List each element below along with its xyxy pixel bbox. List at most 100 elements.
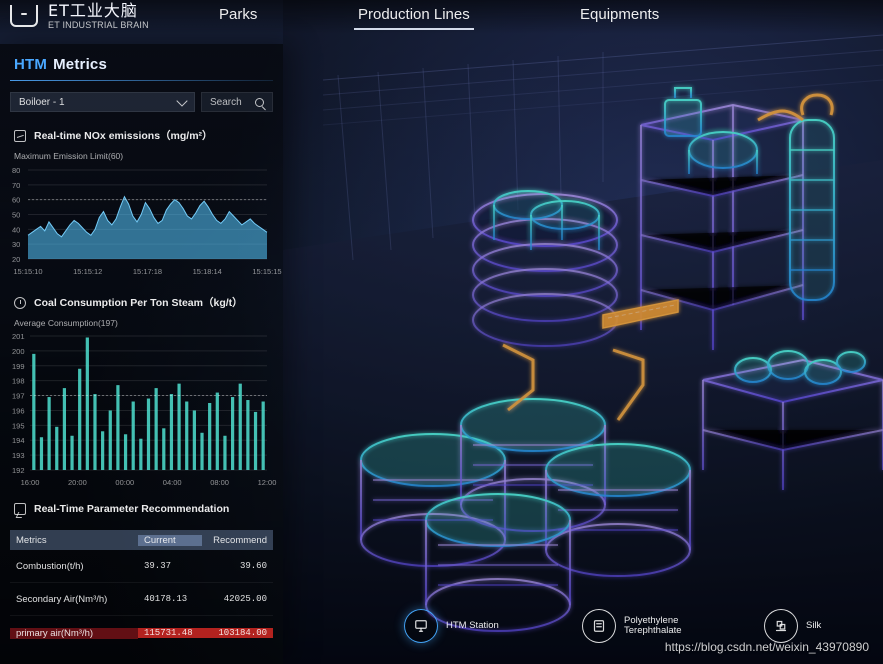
table-cell-current: 40178.13 [144, 594, 188, 604]
table-cell-current: 39.37 [144, 561, 172, 571]
table-row-alert: primary air(Nm³/h) 115731.48 103184.00 [10, 622, 273, 644]
coal-bar [123, 434, 128, 470]
nox-y-tick: 80 [12, 166, 20, 175]
table-cell-metric: primary air(Nm³/h) [10, 627, 138, 639]
coal-bar [85, 337, 89, 470]
coal-bar [108, 410, 112, 470]
coal-x-tick: 12:00 [258, 478, 277, 487]
nox-x-tick: 15:15:12 [73, 267, 102, 276]
coal-bar [70, 435, 74, 470]
nox-y-tick: 20 [12, 255, 20, 264]
vignette [283, 0, 883, 664]
nav-equipments[interactable]: Equipments [578, 6, 661, 23]
section-coal-title: Coal Consumption Per Ton Steam（kg/t） [14, 295, 243, 310]
coal-bar [146, 398, 151, 470]
coal-bar [78, 368, 82, 470]
boiler-select[interactable]: Boiloer - 1 [10, 92, 195, 112]
bottom-nav-pet[interactable]: Polyethylene Terephthalate [582, 604, 682, 648]
coal-bar [39, 437, 44, 470]
logo-icon [10, 5, 38, 27]
pet-icon [582, 609, 616, 643]
nox-x-tick: 15:17:18 [133, 267, 162, 276]
coal-bar [131, 401, 135, 470]
timer-icon [14, 296, 26, 309]
coal-chart: 192 193 194 195 196 197 198 199 200 201 16:00 20:0… [12, 332, 276, 487]
nox-xlabels: 15:15:10 15:15:12 15:17:18 15:18:14 15:15:15 [13, 267, 281, 276]
coal-xlabels: 16:00 20:00 00:00 04:00 08:00 12:00 [21, 478, 277, 487]
bottom-nav-label: HTM Station [446, 620, 499, 631]
chart-icon [14, 129, 26, 142]
coal-y-tick: 196 [12, 406, 25, 415]
bottom-nav-label-line1: Silk [806, 619, 822, 631]
panel-title: HTM Metrics [14, 56, 107, 73]
monitor-icon [404, 609, 438, 643]
nox-y-tick: 60 [12, 196, 20, 205]
coal-y-tick: 193 [12, 451, 25, 460]
panel-title-accent: HTM [14, 56, 48, 73]
coal-bar [62, 388, 67, 470]
coal-x-tick: 20:00 [68, 478, 87, 487]
coal-bar [169, 394, 174, 470]
panel-title-rest: Metrics [53, 56, 108, 73]
coal-bar [238, 383, 242, 470]
left-panel: HTM Metrics Boiloer - 1 Real-time NOx emi… [0, 44, 283, 664]
app-root: ET工业大脑 ET INDUSTRIAL BRAIN Parks Product… [0, 0, 883, 664]
nox-y-tick: 40 [12, 225, 20, 234]
coal-y-tick: 198 [12, 377, 25, 386]
table-header-recommend: Recommend [213, 534, 267, 546]
coal-bar [230, 397, 235, 470]
controls-row: Boiloer - 1 [10, 92, 273, 112]
coal-ticks: 192 193 194 195 196 197 198 199 200 201 [12, 332, 25, 475]
table-cell-recommend: 42025.00 [223, 594, 267, 604]
nox-subhead: Maximum Emission Limit(60) [14, 151, 124, 161]
coal-bar [261, 401, 265, 470]
bottom-nav-label: Polyethylene Terephthalate [624, 615, 682, 637]
table-row: Secondary Air(Nm³/h) 40178.13 42025.00 [10, 583, 273, 616]
chevron-down-icon [176, 95, 188, 107]
coal-bar [101, 431, 105, 470]
brand-title-en: ET INDUSTRIAL BRAIN [48, 19, 149, 30]
table-cell-metric: Secondary Air(Nm³/h) [16, 593, 108, 605]
section-nox-title-text: Real-time NOx emissions（mg/m²） [34, 130, 213, 142]
bottom-navigation: HTM Station Polyethylene Terephthalate S… [400, 604, 883, 654]
panel-title-underline [10, 80, 273, 81]
coal-bar [116, 385, 120, 470]
brand-title-cn: ET工业大脑 [48, 0, 138, 20]
section-recommend-title-text: Real-Time Parameter Recommendation [34, 503, 230, 515]
coal-y-tick: 197 [12, 392, 25, 401]
pet-svg [593, 620, 605, 632]
table-cell-metric: Combustion(t/h) [16, 560, 84, 572]
coal-bar [154, 388, 158, 470]
coal-bar [55, 426, 59, 470]
coal-x-tick: 00:00 [115, 478, 134, 487]
nox-y-tick: 30 [12, 240, 20, 249]
bottom-nav-label-line2: Terephthalate [624, 625, 682, 636]
monitor-svg [415, 620, 427, 632]
nav-parks[interactable]: Parks [217, 6, 259, 23]
bottom-nav-htm-station[interactable]: HTM Station [404, 604, 499, 648]
brand-text: ET工业大脑 ET INDUSTRIAL BRAIN [48, 0, 149, 30]
nox-x-tick: 15:15:10 [13, 267, 42, 276]
coal-bar [215, 392, 219, 470]
coal-bar [246, 400, 250, 470]
scene-illustration [283, 0, 883, 664]
coal-bar [208, 403, 212, 470]
table-cell-recommend: 39.60 [239, 561, 267, 571]
coal-bar [223, 435, 227, 470]
coal-bars [32, 337, 265, 470]
silk-svg [775, 620, 787, 632]
search-input[interactable] [210, 96, 252, 108]
nox-chart: 20304050607080 15:15:10 15:15:12 15:17:18 1… [12, 166, 282, 276]
coal-bar [200, 432, 204, 470]
coal-subhead: Average Consumption(197) [14, 318, 118, 328]
coal-y-tick: 195 [12, 421, 25, 430]
coal-x-tick: 16:00 [21, 478, 40, 487]
chat-icon [14, 503, 26, 515]
search-box[interactable] [201, 92, 273, 112]
bottom-nav-silk[interactable]: Silk [764, 604, 821, 648]
bottom-nav-label: Silk [806, 619, 822, 631]
nav-production-lines[interactable]: Production Lines [354, 6, 474, 30]
coal-y-tick: 199 [12, 362, 25, 371]
nox-x-tick: 15:18:14 [193, 267, 222, 276]
coal-x-tick: 08:00 [210, 478, 229, 487]
